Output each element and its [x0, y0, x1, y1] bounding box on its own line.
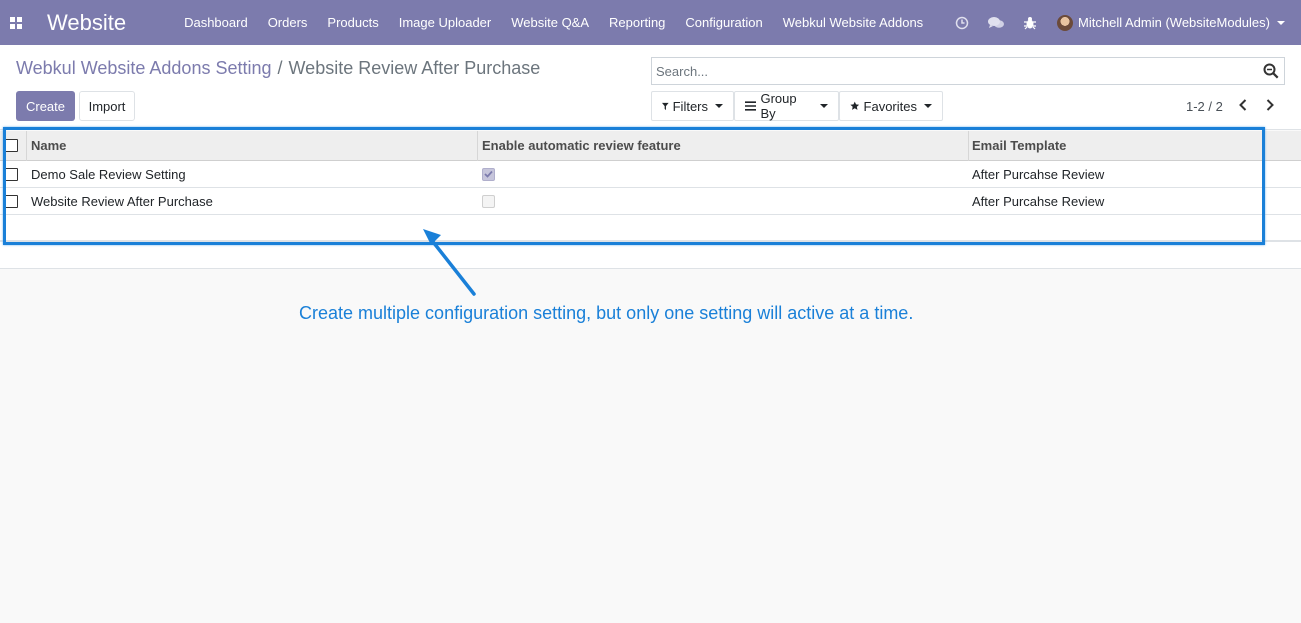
- chevron-down-icon: [715, 104, 723, 108]
- menu-item-configuration[interactable]: Configuration: [675, 0, 772, 45]
- search-input[interactable]: [652, 58, 1252, 84]
- create-button[interactable]: Create: [16, 91, 75, 121]
- menu-item-website-qa[interactable]: Website Q&A: [501, 0, 599, 45]
- favorites-button[interactable]: Favorites: [839, 91, 943, 121]
- filter-icon: [662, 102, 669, 110]
- filters-label: Filters: [672, 98, 708, 114]
- menu-item-webkul-website-addons[interactable]: Webkul Website Addons: [773, 0, 933, 45]
- group-by-label: Group By: [760, 91, 797, 121]
- avatar: [1057, 14, 1074, 31]
- select-all-checkbox[interactable]: [5, 131, 18, 160]
- table-row[interactable]: Demo Sale Review Setting After Purcahse …: [0, 161, 1301, 188]
- list-footer: [0, 241, 1301, 269]
- pager-value[interactable]: 1-2 / 2: [1186, 99, 1223, 114]
- filters-button[interactable]: Filters: [651, 91, 734, 121]
- breadcrumb-parent[interactable]: Webkul Website Addons Setting: [16, 58, 272, 78]
- column-header-enable[interactable]: Enable automatic review feature: [482, 131, 681, 160]
- user-menu[interactable]: Mitchell Admin (WebsiteModules): [1047, 14, 1301, 31]
- apps-menu-icon[interactable]: [0, 0, 32, 45]
- row-select-checkbox[interactable]: [5, 188, 18, 214]
- systray: Mitchell Admin (WebsiteModules): [945, 0, 1301, 45]
- chevron-down-icon: [820, 104, 828, 108]
- column-header-email-template[interactable]: Email Template: [972, 131, 1066, 160]
- menu-item-orders[interactable]: Orders: [258, 0, 318, 45]
- search-icon[interactable]: [1262, 62, 1280, 80]
- row-enable-checkbox: [482, 188, 495, 214]
- favorites-label: Favorites: [863, 98, 917, 114]
- empty-row: [0, 215, 1301, 241]
- import-button[interactable]: Import: [79, 91, 135, 121]
- top-navbar: Website Dashboard Orders Products Image …: [0, 0, 1301, 45]
- group-by-button[interactable]: Group By: [734, 91, 839, 121]
- row-name: Website Review After Purchase: [31, 193, 213, 209]
- user-name: Mitchell Admin (WebsiteModules): [1078, 15, 1270, 30]
- clock-icon[interactable]: [945, 0, 979, 45]
- menu-item-products[interactable]: Products: [317, 0, 388, 45]
- annotation-note: Create multiple configuration setting, b…: [299, 303, 914, 323]
- annotation-arrow-icon: [423, 229, 476, 296]
- breadcrumb: Webkul Website Addons Setting / Website Re…: [16, 58, 540, 79]
- column-header-name[interactable]: Name: [31, 131, 66, 160]
- breadcrumb-current: Website Review After Purchase: [288, 58, 541, 78]
- search-bar: [651, 57, 1285, 85]
- row-email-template: After Purcahse Review: [972, 193, 1105, 209]
- group-by-icon: [745, 101, 757, 111]
- control-panel: Webkul Website Addons Setting / Website Re…: [0, 45, 1301, 130]
- app-brand[interactable]: Website: [47, 10, 126, 36]
- row-email-template: After Purcahse Review: [972, 166, 1105, 182]
- chevron-right-icon[interactable]: [1263, 97, 1277, 113]
- checkmark-icon: [484, 170, 493, 178]
- list-view: Name Enable automatic review feature Ema…: [0, 131, 1301, 241]
- row-enable-checkbox: [482, 161, 495, 187]
- chevron-down-icon: [1277, 20, 1285, 25]
- menu-item-image-uploader[interactable]: Image Uploader: [389, 0, 502, 45]
- bug-icon[interactable]: [1013, 0, 1047, 45]
- row-select-checkbox[interactable]: [5, 161, 18, 187]
- table-header: Name Enable automatic review feature Ema…: [0, 131, 1301, 161]
- star-icon: [850, 101, 860, 110]
- breadcrumb-separator: /: [277, 58, 283, 78]
- chat-icon[interactable]: [979, 0, 1013, 45]
- menu-item-dashboard[interactable]: Dashboard: [174, 0, 258, 45]
- chevron-down-icon: [924, 104, 932, 108]
- row-name: Demo Sale Review Setting: [31, 166, 186, 182]
- menu-item-reporting[interactable]: Reporting: [599, 0, 675, 45]
- chevron-left-icon[interactable]: [1236, 97, 1250, 113]
- main-menu: Dashboard Orders Products Image Uploader…: [174, 0, 933, 45]
- table-row[interactable]: Website Review After Purchase After Purc…: [0, 188, 1301, 215]
